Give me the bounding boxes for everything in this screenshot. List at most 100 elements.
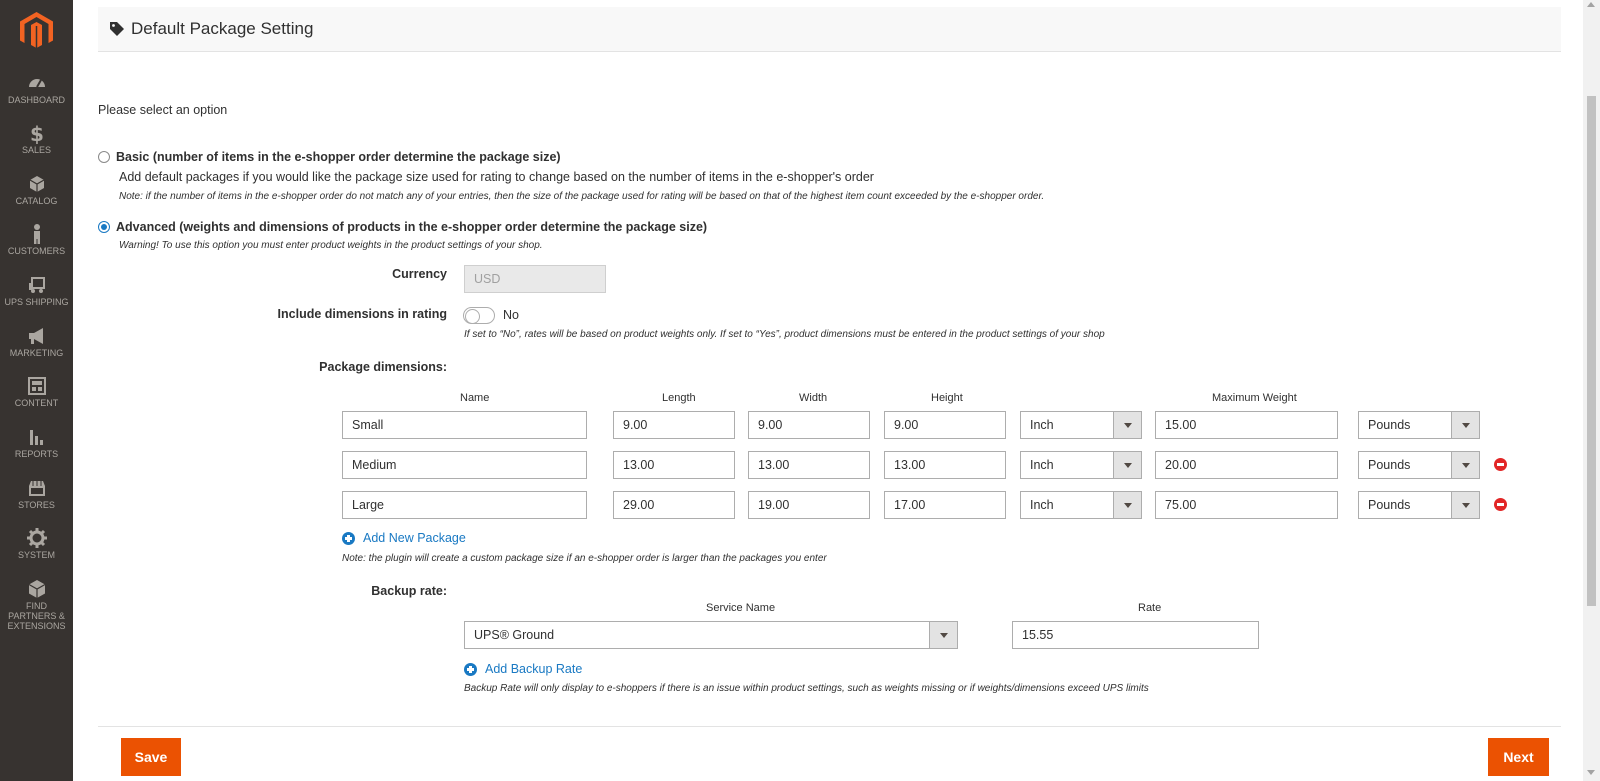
scroll-up-icon[interactable] bbox=[1587, 2, 1595, 7]
bar-chart-icon bbox=[29, 430, 43, 445]
magento-logo-icon[interactable] bbox=[20, 12, 53, 50]
section-header: Default Package Setting bbox=[98, 7, 1561, 52]
gear-icon bbox=[26, 528, 47, 548]
weight-unit-select[interactable]: Pounds bbox=[1358, 411, 1480, 439]
weight-unit-select[interactable]: Pounds bbox=[1358, 451, 1480, 479]
chevron-down-icon bbox=[1113, 452, 1141, 478]
weight-unit-value: Pounds bbox=[1368, 418, 1411, 432]
admin-sidebar: Dashboard $ Sales Catalog Customers UPS … bbox=[0, 0, 73, 781]
nav-label: Stores bbox=[18, 500, 55, 510]
nav-label: Marketing bbox=[9, 348, 64, 358]
backup-service-select[interactable]: UPS® Ground bbox=[464, 621, 958, 649]
weight-unit-select[interactable]: Pounds bbox=[1358, 491, 1480, 519]
basic-option-description: Add default packages if you would like t… bbox=[119, 170, 874, 184]
layout-icon bbox=[27, 377, 46, 395]
chevron-down-icon bbox=[1113, 412, 1141, 438]
dimension-unit-select[interactable]: Inch bbox=[1020, 451, 1142, 479]
save-button[interactable]: Save bbox=[121, 738, 181, 776]
nav-stores[interactable]: Stores bbox=[0, 477, 73, 529]
page-title: Default Package Setting bbox=[131, 19, 314, 38]
chevron-down-icon bbox=[1451, 412, 1479, 438]
dashboard-icon bbox=[28, 79, 45, 88]
add-backup-rate-icon[interactable] bbox=[464, 663, 477, 676]
nav-system[interactable]: System bbox=[0, 527, 73, 579]
package-length-input[interactable] bbox=[613, 411, 735, 439]
advanced-option-title: Advanced (weights and dimensions of prod… bbox=[116, 220, 708, 234]
truck-icon bbox=[28, 277, 45, 293]
include-dimensions-label: Include dimensions in rating bbox=[277, 307, 447, 321]
backup-rate-label: Backup rate: bbox=[371, 584, 447, 598]
nav-label: Content bbox=[14, 398, 59, 408]
package-width-input[interactable] bbox=[748, 451, 870, 479]
nav-label: Catalog bbox=[15, 196, 58, 206]
add-new-package-link[interactable]: Add New Package bbox=[363, 531, 466, 545]
column-header-name: Name bbox=[460, 392, 490, 404]
column-header-max-weight: Maximum Weight bbox=[1212, 392, 1297, 404]
dollar-icon: $ bbox=[30, 122, 44, 144]
currency-field bbox=[464, 265, 606, 293]
nav-ups-shipping[interactable]: UPS Shipping bbox=[0, 274, 73, 326]
cube-icon bbox=[28, 580, 45, 598]
dimension-unit-value: Inch bbox=[1030, 458, 1054, 472]
package-height-input[interactable] bbox=[884, 451, 1006, 479]
nav-label: System bbox=[17, 550, 55, 560]
include-dimensions-toggle[interactable] bbox=[463, 307, 495, 324]
add-package-icon[interactable] bbox=[342, 532, 355, 545]
svg-text:$: $ bbox=[30, 122, 44, 144]
package-width-input[interactable] bbox=[748, 411, 870, 439]
basic-option-note: Note: if the number of items in the e-sh… bbox=[119, 191, 1045, 202]
column-header-service-name: Service Name bbox=[706, 602, 776, 614]
store-icon bbox=[28, 481, 45, 496]
package-name-input[interactable] bbox=[342, 451, 587, 479]
package-weight-input[interactable] bbox=[1155, 491, 1338, 519]
package-weight-input[interactable] bbox=[1155, 411, 1338, 439]
nav-label: Customers bbox=[7, 246, 66, 256]
nav-reports[interactable]: Reports bbox=[0, 426, 73, 478]
package-height-input[interactable] bbox=[884, 411, 1006, 439]
package-length-input[interactable] bbox=[613, 451, 735, 479]
column-header-height: Height bbox=[931, 392, 963, 404]
intro-text: Please select an option bbox=[98, 103, 228, 117]
page-scrollbar[interactable] bbox=[1583, 0, 1600, 781]
column-header-width: Width bbox=[799, 392, 828, 404]
nav-label: Dashboard bbox=[7, 95, 65, 105]
package-note: Note: the plugin will create a custom pa… bbox=[342, 553, 827, 564]
package-width-input[interactable] bbox=[748, 491, 870, 519]
box-icon bbox=[29, 176, 44, 192]
nav-dashboard[interactable]: Dashboard bbox=[0, 72, 73, 124]
nav-marketing[interactable]: Marketing bbox=[0, 325, 73, 377]
nav-sales[interactable]: $ Sales bbox=[0, 122, 73, 174]
dimension-unit-select[interactable]: Inch bbox=[1020, 411, 1142, 439]
next-button[interactable]: Next bbox=[1488, 738, 1549, 776]
scroll-thumb[interactable] bbox=[1587, 96, 1596, 606]
nav-content[interactable]: Content bbox=[0, 375, 73, 427]
page-footer bbox=[98, 726, 1561, 781]
chevron-down-icon bbox=[929, 622, 957, 648]
weight-unit-value: Pounds bbox=[1368, 458, 1411, 472]
nav-customers[interactable]: Customers bbox=[0, 223, 73, 275]
chevron-down-icon bbox=[1451, 452, 1479, 478]
backup-rate-input[interactable] bbox=[1012, 621, 1259, 649]
package-name-input[interactable] bbox=[342, 491, 587, 519]
basic-option-radio[interactable] bbox=[98, 151, 110, 163]
package-weight-input[interactable] bbox=[1155, 451, 1338, 479]
remove-package-icon[interactable] bbox=[1494, 458, 1507, 471]
weight-unit-value: Pounds bbox=[1368, 498, 1411, 512]
add-backup-rate-link[interactable]: Add Backup Rate bbox=[485, 662, 582, 676]
backup-service-value: UPS® Ground bbox=[474, 628, 555, 642]
megaphone-icon bbox=[28, 328, 43, 344]
nav-find-partners[interactable]: Find Partners & Extensions bbox=[0, 578, 73, 638]
nav-label: Find Partners & Extensions bbox=[7, 601, 66, 631]
advanced-option-radio[interactable] bbox=[98, 221, 110, 233]
package-height-input[interactable] bbox=[884, 491, 1006, 519]
backup-rate-note: Backup Rate will only display to e-shopp… bbox=[464, 683, 1149, 694]
package-name-input[interactable] bbox=[342, 411, 587, 439]
nav-catalog[interactable]: Catalog bbox=[0, 173, 73, 225]
package-length-input[interactable] bbox=[613, 491, 735, 519]
remove-package-icon[interactable] bbox=[1494, 498, 1507, 511]
basic-option-title: Basic (number of items in the e-shopper … bbox=[116, 150, 561, 164]
dimension-unit-value: Inch bbox=[1030, 418, 1054, 432]
nav-label: Reports bbox=[14, 449, 59, 459]
scroll-down-icon[interactable] bbox=[1587, 770, 1595, 775]
dimension-unit-select[interactable]: Inch bbox=[1020, 491, 1142, 519]
